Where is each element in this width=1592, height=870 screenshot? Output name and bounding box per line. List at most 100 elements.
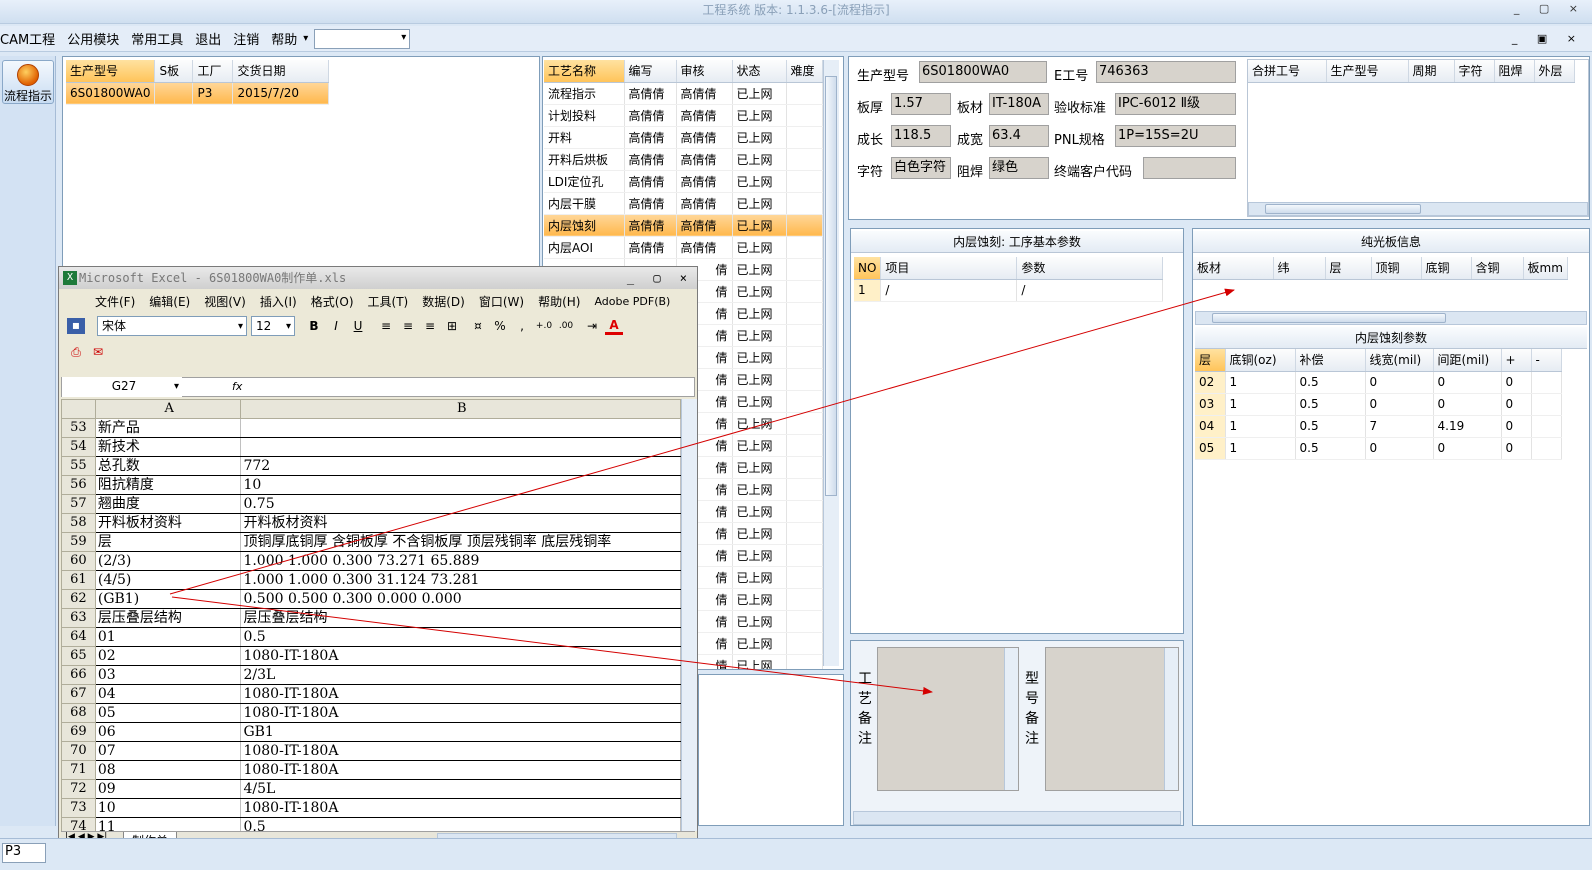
sheet-cell[interactable]: 07 — [95, 741, 242, 761]
info-cust-field[interactable] — [1143, 157, 1236, 179]
table-row[interactable]: 59 层顶铜厚底铜厚 含铜板厚 不含铜板厚 顶层残铜率 底层残铜率 — [61, 532, 681, 552]
table-row[interactable]: 54 新技术 — [61, 437, 681, 457]
sheet-cell[interactable]: 02 — [95, 646, 242, 666]
bare-col-layer[interactable]: 层 — [1325, 257, 1372, 280]
sheet-cell[interactable]: 1080-IT-180A — [240, 703, 681, 723]
table-row[interactable]: 68 05 1080-IT-180A — [61, 703, 681, 723]
excel-vscroll[interactable] — [681, 399, 697, 831]
row-header[interactable]: 59 — [61, 532, 96, 552]
row-header[interactable]: 57 — [61, 494, 96, 514]
indent-icon[interactable]: ⇥ — [583, 319, 601, 333]
sheet-cell[interactable]: 0.75 — [240, 494, 681, 514]
sheet-cell[interactable]: 09 — [95, 779, 242, 799]
row-header[interactable]: 63 — [61, 608, 96, 628]
table-row[interactable]: 62 (GB1) 0.500 0.500 0.300 0.000 0.000 — [61, 589, 681, 609]
orders-col-model[interactable]: 生产型号 — [66, 60, 156, 83]
sheet-cell[interactable]: 层压叠层结构 — [95, 608, 242, 628]
excel-menu-data[interactable]: 数据(D) — [422, 293, 465, 310]
table-row[interactable]: 计划投料 高倩倩 高倩倩 已上网 — [544, 104, 823, 127]
sheet-cell[interactable]: (4/5) — [95, 570, 242, 590]
merge-col-outer[interactable]: 外层 — [1534, 60, 1575, 83]
notes-scrollbar[interactable] — [853, 811, 1181, 825]
name-box[interactable]: G27 — [62, 377, 182, 397]
row-header[interactable]: 68 — [61, 703, 96, 723]
process-col-writer[interactable]: 编写 — [624, 60, 677, 83]
sheet-cell[interactable]: 总孔数 — [95, 456, 242, 476]
sheet-cell[interactable]: 05 — [95, 703, 242, 723]
sheet-cell[interactable]: 03 — [95, 665, 242, 685]
row-header[interactable]: 58 — [61, 513, 96, 533]
table-row[interactable]: 71 08 1080-IT-180A — [61, 760, 681, 780]
sheet-cell[interactable] — [240, 418, 681, 438]
sheet-cell[interactable]: 顶铜厚底铜厚 含铜板厚 不含铜板厚 顶层残铜率 底层残铜率 — [240, 532, 681, 552]
factory-combo[interactable]: P3 — [2, 843, 46, 863]
table-row[interactable]: 58 开料板材资料 开料板材资料 — [61, 513, 681, 533]
row-header[interactable]: 72 — [61, 779, 96, 799]
row-header[interactable]: 74 — [61, 817, 96, 831]
table-row[interactable]: 56 阻抗精度 10 — [61, 475, 681, 495]
table-row[interactable]: 67 04 1080-IT-180A — [61, 684, 681, 704]
merge-col-job[interactable]: 合拼工号 — [1248, 60, 1327, 83]
table-row[interactable]: 6S01800WA0 P3 2015/7/20 — [66, 82, 330, 105]
table-row[interactable]: 内层AOI 高倩倩 高倩倩 已上网 — [544, 236, 823, 259]
sheet-cell[interactable]: 1.000 1.000 0.300 31.124 73.281 — [240, 570, 681, 590]
table-row[interactable]: 64 01 0.5 — [61, 627, 681, 647]
row-header[interactable]: 71 — [61, 760, 96, 780]
sheet-cell[interactable]: 10 — [240, 475, 681, 495]
table-row[interactable]: 开料 高倩倩 高倩倩 已上网 — [544, 126, 823, 149]
font-select[interactable]: 宋体 — [97, 316, 247, 336]
table-row[interactable]: 63 层压叠层结构 层压叠层结构 — [61, 608, 681, 628]
row-header[interactable]: 65 — [61, 646, 96, 666]
sheet-cell[interactable]: 4/5L — [240, 779, 681, 799]
table-row[interactable]: 1 / / — [854, 279, 1164, 302]
orders-col-factory[interactable]: 工厂 — [192, 60, 234, 83]
basic-col-no[interactable]: NO — [854, 257, 882, 280]
bare-col-cu[interactable]: 含铜 — [1471, 257, 1524, 280]
row-header[interactable]: 69 — [61, 722, 96, 742]
merge-col-mask[interactable]: 阻焊 — [1494, 60, 1535, 83]
underline-icon[interactable]: U — [349, 319, 367, 333]
orders-col-s[interactable]: S板 — [154, 60, 194, 83]
info-wid-field[interactable]: 63.4 — [989, 125, 1049, 147]
etch-col-layer[interactable]: 层 — [1195, 349, 1226, 372]
merge-icon[interactable]: ⊞ — [443, 319, 461, 333]
pdf-email-icon[interactable]: ✉ — [89, 345, 107, 359]
info-std-field[interactable]: IPC-6012 Ⅱ级 — [1115, 93, 1236, 115]
sheet-corner[interactable] — [61, 399, 96, 419]
excel-menu-format[interactable]: 格式(O) — [311, 293, 354, 310]
process-scrollbar[interactable] — [823, 60, 839, 666]
sheet-cell[interactable]: 1080-IT-180A — [240, 646, 681, 666]
align-right-icon[interactable]: ≡ — [421, 319, 439, 333]
flow-button[interactable]: 流程指示 — [2, 60, 54, 104]
percent-icon[interactable]: % — [491, 319, 509, 333]
etch-col-plus[interactable]: + — [1501, 349, 1532, 372]
table-row[interactable]: 流程指示 高倩倩 高倩倩 已上网 — [544, 82, 823, 105]
etch-col-comp[interactable]: 补偿 — [1295, 349, 1366, 372]
merge-scrollbar[interactable] — [1248, 202, 1588, 216]
sheet-cell[interactable]: (2/3) — [95, 551, 242, 571]
process-note-textarea[interactable] — [877, 647, 1019, 791]
font-color-icon[interactable]: A — [605, 318, 623, 335]
bare-col-top[interactable]: 顶铜 — [1371, 257, 1422, 280]
excel-menu-tools[interactable]: 工具(T) — [368, 293, 409, 310]
process-col-name[interactable]: 工艺名称 — [544, 60, 625, 83]
excel-menu-edit[interactable]: 编辑(E) — [149, 293, 190, 310]
merge-col-cycle[interactable]: 周期 — [1408, 60, 1455, 83]
italic-icon[interactable]: I — [327, 319, 345, 333]
table-row[interactable]: 55 总孔数 772 — [61, 456, 681, 476]
col-header-a[interactable]: A — [94, 399, 242, 419]
sheet-cell[interactable]: 开料板材资料 — [240, 513, 681, 533]
table-row[interactable]: 69 06 GB1 — [61, 722, 681, 742]
menu-help[interactable]: 帮助 — [265, 29, 303, 48]
table-row[interactable]: 04 1 0.5 7 4.19 0 — [1195, 415, 1562, 438]
row-header[interactable]: 73 — [61, 798, 96, 818]
info-mask-field[interactable]: 绿色 — [989, 157, 1049, 179]
sheet-cell[interactable]: 08 — [95, 760, 242, 780]
col-header-b[interactable]: B — [240, 399, 681, 419]
info-thick-field[interactable]: 1.57 — [891, 93, 951, 115]
row-header[interactable]: 64 — [61, 627, 96, 647]
table-row[interactable]: 72 09 4/5L — [61, 779, 681, 799]
table-row[interactable]: 内层蚀刻 高倩倩 高倩倩 已上网 — [544, 214, 823, 237]
table-row[interactable]: 70 07 1080-IT-180A — [61, 741, 681, 761]
sheet-cell[interactable]: (GB1) — [95, 589, 242, 609]
